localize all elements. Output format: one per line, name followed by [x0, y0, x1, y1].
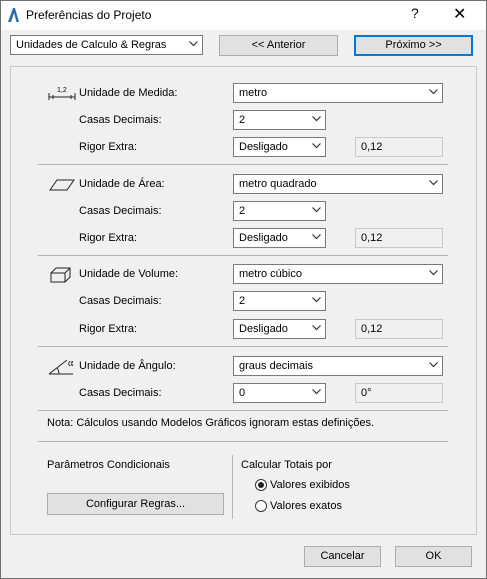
- note-text: Nota: Cálculos usando Modelos Gráficos i…: [47, 417, 375, 429]
- area-unit-select[interactable]: metro quadrado: [233, 174, 443, 194]
- window-title: Preferências do Projeto: [26, 8, 152, 22]
- length-unit-label: Unidade de Medida:: [79, 87, 178, 99]
- angle-decimals-value: 0: [239, 387, 246, 399]
- previous-button[interactable]: << Anterior: [219, 35, 338, 56]
- chevron-down-icon: [312, 143, 321, 149]
- cancel-button[interactable]: Cancelar: [304, 546, 381, 567]
- conditional-params-title: Parâmetros Condicionais: [47, 459, 170, 471]
- volume-unit-select[interactable]: metro cúbico: [233, 264, 443, 284]
- angle-unit-icon: α: [48, 358, 74, 375]
- volume-rigor-value: Desligado: [239, 323, 288, 335]
- next-button[interactable]: Próximo >>: [354, 35, 473, 56]
- divider: [38, 410, 448, 411]
- chevron-down-icon: [429, 89, 438, 95]
- length-decimals-select[interactable]: 2: [233, 110, 326, 130]
- totals-option-shown-label: Valores exibidos: [270, 479, 350, 491]
- length-icon-text: 1,2: [57, 87, 67, 94]
- radio-exact[interactable]: [255, 500, 267, 512]
- length-rigor-label: Rigor Extra:: [79, 141, 138, 153]
- volume-rigor-select[interactable]: Desligado: [233, 319, 326, 339]
- length-sample-value: 0,12: [361, 141, 383, 153]
- length-unit-value: metro: [239, 87, 268, 99]
- title-bar: Preferências do Projeto ? ✕: [1, 1, 486, 30]
- volume-decimals-label: Casas Decimais:: [79, 295, 162, 307]
- chevron-down-icon: [312, 116, 321, 122]
- preferences-dialog: Preferências do Projeto ? ✕ Unidades de …: [0, 0, 487, 579]
- help-button[interactable]: ?: [411, 5, 419, 21]
- length-decimals-label: Casas Decimais:: [79, 114, 162, 126]
- area-unit-icon: [49, 179, 75, 191]
- length-sample-field: 0,12: [355, 137, 443, 157]
- area-decimals-select[interactable]: 2: [233, 201, 326, 221]
- area-decimals-label: Casas Decimais:: [79, 205, 162, 217]
- angle-unit-value: graus decimais: [239, 360, 313, 372]
- angle-unit-label: Unidade de Ângulo:: [79, 360, 176, 372]
- divider: [38, 441, 448, 442]
- vertical-divider: [232, 455, 233, 519]
- chevron-down-icon: [312, 325, 321, 331]
- area-unit-label: Unidade de Área:: [79, 178, 165, 190]
- radio-shown[interactable]: [255, 479, 267, 491]
- chevron-down-icon: [312, 207, 321, 213]
- angle-sample-value: 0°: [361, 387, 372, 399]
- area-sample-field: 0,12: [355, 228, 443, 248]
- length-unit-select[interactable]: metro: [233, 83, 443, 103]
- chevron-down-icon: [189, 41, 198, 47]
- chevron-down-icon: [429, 180, 438, 186]
- length-unit-icon: 1,2: [48, 87, 76, 100]
- volume-unit-label: Unidade de Volume:: [79, 268, 179, 280]
- angle-unit-select[interactable]: graus decimais: [233, 356, 443, 376]
- volume-decimals-value: 2: [239, 295, 246, 307]
- volume-sample-value: 0,12: [361, 323, 383, 335]
- archicad-app-icon: [8, 8, 19, 22]
- volume-unit-icon: [50, 267, 71, 283]
- configure-rules-button[interactable]: Configurar Regras...: [47, 493, 224, 515]
- area-unit-value: metro quadrado: [239, 178, 317, 190]
- area-rigor-label: Rigor Extra:: [79, 232, 138, 244]
- divider: [38, 255, 448, 256]
- angle-decimals-label: Casas Decimais:: [79, 387, 162, 399]
- volume-decimals-select[interactable]: 2: [233, 291, 326, 311]
- divider: [38, 164, 448, 165]
- totals-title: Calcular Totais por: [241, 459, 332, 471]
- area-rigor-select[interactable]: Desligado: [233, 228, 326, 248]
- area-decimals-value: 2: [239, 205, 246, 217]
- close-button[interactable]: ✕: [453, 4, 466, 24]
- volume-rigor-label: Rigor Extra:: [79, 323, 138, 335]
- chevron-down-icon: [429, 362, 438, 368]
- area-rigor-value: Desligado: [239, 232, 288, 244]
- chevron-down-icon: [312, 389, 321, 395]
- section-select-value: Unidades de Calculo & Regras: [16, 39, 167, 51]
- length-rigor-select[interactable]: Desligado: [233, 137, 326, 157]
- chevron-down-icon: [429, 270, 438, 276]
- length-rigor-value: Desligado: [239, 141, 288, 153]
- volume-unit-value: metro cúbico: [239, 268, 302, 280]
- angle-sample-field: 0°: [355, 383, 443, 403]
- angle-icon-text: α: [68, 358, 74, 369]
- chevron-down-icon: [312, 297, 321, 303]
- angle-decimals-select[interactable]: 0: [233, 383, 326, 403]
- area-sample-value: 0,12: [361, 232, 383, 244]
- units-panel: 1,2 Unidade de Medida: metro Casas Decim…: [10, 66, 477, 535]
- volume-sample-field: 0,12: [355, 319, 443, 339]
- divider: [38, 346, 448, 347]
- section-select[interactable]: Unidades de Calculo & Regras: [10, 35, 203, 55]
- ok-button[interactable]: OK: [395, 546, 472, 567]
- totals-option-exact-label: Valores exatos: [270, 500, 342, 512]
- chevron-down-icon: [312, 234, 321, 240]
- length-decimals-value: 2: [239, 114, 246, 126]
